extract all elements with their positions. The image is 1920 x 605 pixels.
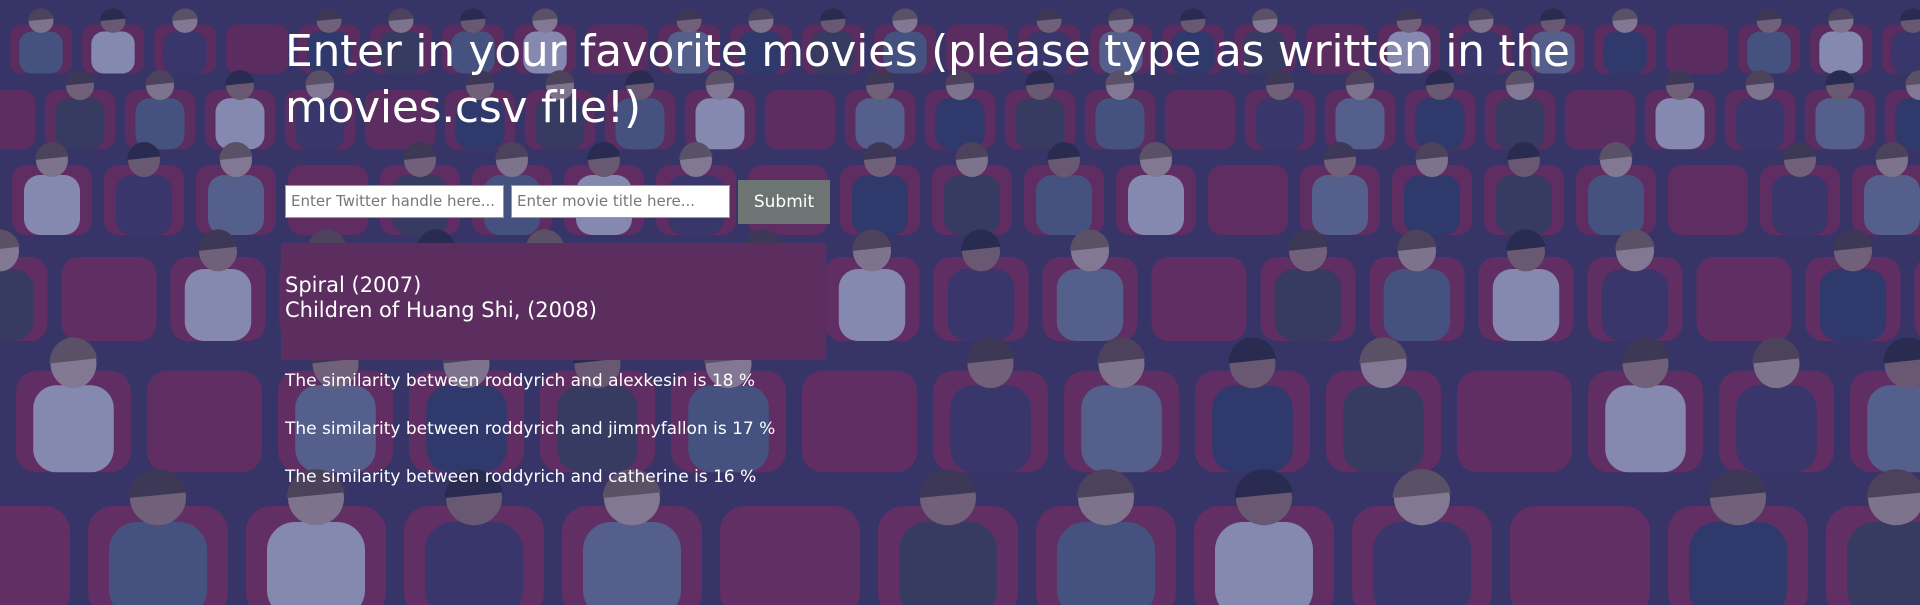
main-content: Enter in your favorite movies (please ty… — [281, 0, 1685, 487]
movie-results-box: Spiral (2007) Children of Huang Shi, (20… — [281, 243, 826, 360]
movie-title-input[interactable] — [511, 184, 730, 218]
movie-result-item: Children of Huang Shi, (2008) — [285, 298, 597, 322]
similarity-list: The similarity between roddyrich and ale… — [285, 369, 775, 513]
similarity-line: The similarity between roddyrich and ale… — [285, 371, 756, 391]
submit-button[interactable]: Submit — [738, 180, 830, 224]
page-title: Enter in your favorite movies (please ty… — [285, 26, 1570, 133]
similarity-line: The similarity between roddyrich and cat… — [285, 467, 757, 487]
movie-result-item: Spiral (2007) — [285, 273, 422, 297]
similarity-line: The similarity between roddyrich and jim… — [285, 419, 776, 439]
movie-form: Submit — [285, 178, 830, 224]
twitter-handle-input[interactable] — [285, 184, 504, 218]
